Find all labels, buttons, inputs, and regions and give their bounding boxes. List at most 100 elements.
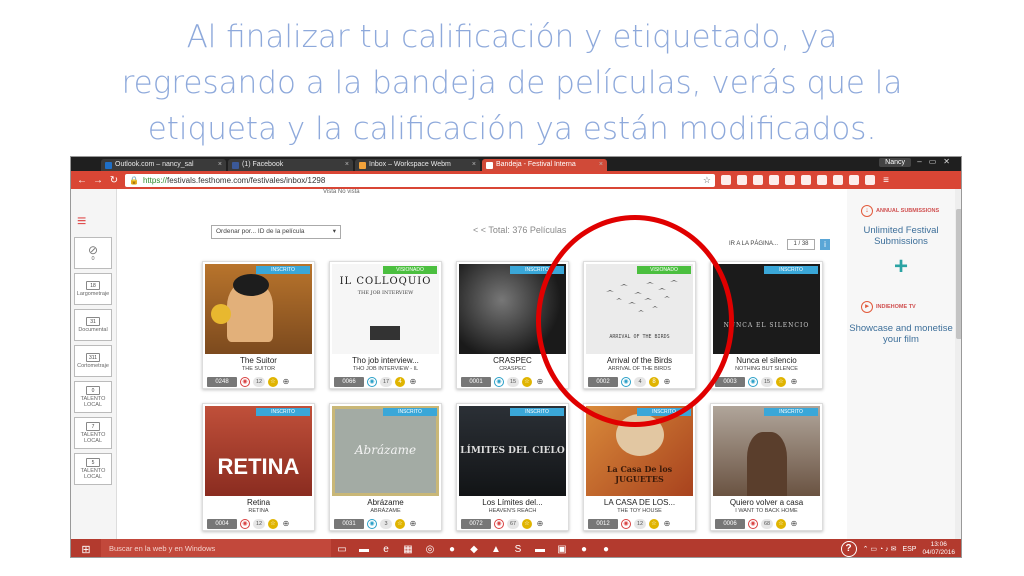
extension-icon[interactable] — [801, 175, 811, 185]
taskbar-search[interactable]: Buscar en la web y en Windows — [101, 539, 331, 557]
file-explorer-icon[interactable]: ▬ — [353, 544, 375, 555]
browser-tab-bandeja[interactable]: Bandeja - Festival Interna × — [482, 159, 607, 171]
eye-icon[interactable]: ◉ — [621, 518, 631, 529]
app-icon[interactable]: ● — [573, 544, 595, 555]
zoom-icon[interactable]: ⊕ — [408, 377, 418, 387]
spotify-icon[interactable]: ● — [441, 544, 463, 555]
scrollbar-thumb[interactable] — [956, 209, 961, 339]
extension-icon[interactable] — [769, 175, 779, 185]
film-card[interactable]: LÍMITES DEL CIELO INSCRITO Los Límites d… — [456, 403, 569, 531]
bookmark-star-icon[interactable]: ☆ — [703, 175, 711, 186]
indiehome-tv-button[interactable]: ▸ INDIEHOME TV — [861, 299, 943, 315]
extension-icon[interactable] — [849, 175, 859, 185]
film-card[interactable]: Abrázame INSCRITO Abrázame ABRÁZAME 0031… — [329, 403, 442, 531]
help-icon[interactable]: ? — [840, 541, 857, 557]
eye-icon[interactable]: ◉ — [240, 518, 250, 529]
zoom-icon[interactable]: ⊕ — [408, 519, 418, 529]
eye-icon[interactable]: ◉ — [240, 376, 250, 387]
store-icon[interactable]: ▦ — [397, 544, 419, 555]
browser-tab-inbox[interactable]: Inbox – Workspace Webm × — [355, 159, 480, 171]
sidebar-item-largometraje[interactable]: 18 Largometraje — [74, 273, 112, 305]
star-rating-icon[interactable]: ☆ — [395, 518, 405, 529]
extension-icon[interactable] — [753, 175, 763, 185]
star-rating-icon[interactable]: 8 — [649, 376, 659, 387]
url-bar[interactable]: 🔒 https://festivals.festhome.com/festiva… — [125, 173, 715, 187]
close-icon[interactable]: × — [345, 159, 349, 171]
app-icon[interactable]: ◆ — [463, 544, 485, 555]
eye-icon[interactable]: ◉ — [494, 376, 504, 387]
zoom-icon[interactable]: ⊕ — [535, 377, 545, 387]
eye-icon[interactable]: ◉ — [367, 376, 377, 387]
star-rating-icon[interactable]: ☆ — [776, 376, 786, 387]
extension-icon[interactable] — [833, 175, 843, 185]
sidebar-item-cortometraje[interactable]: 311 Cortometraje — [74, 345, 112, 377]
scrollbar[interactable] — [955, 189, 961, 539]
star-rating-icon[interactable]: ☆ — [268, 376, 278, 387]
extension-icon[interactable] — [785, 175, 795, 185]
task-view-icon[interactable]: ▭ — [331, 544, 353, 555]
sort-select[interactable]: Ordenar por... ID de la película ▾ — [211, 225, 341, 239]
page-input[interactable]: 1 / 38 — [787, 239, 815, 250]
sidebar-item-documental[interactable]: 31 Documental — [74, 309, 112, 341]
windows-start-icon[interactable]: ⊞ — [71, 543, 101, 556]
eye-icon[interactable]: ◉ — [748, 518, 758, 529]
back-icon[interactable]: ← — [77, 175, 87, 186]
star-rating-icon[interactable]: ☆ — [776, 518, 786, 529]
star-rating-icon[interactable]: 4 — [395, 376, 405, 387]
skype-icon[interactable]: S — [507, 544, 529, 555]
info-icon[interactable]: i — [820, 239, 830, 250]
star-rating-icon[interactable]: ☆ — [649, 518, 659, 529]
sidebar-item-talento-local[interactable]: 5 TALENTO LOCAL — [74, 453, 112, 485]
film-card[interactable]: IL COLLOQUIO THE JOB INTERVIEW VISIONADO… — [329, 261, 442, 389]
zoom-icon[interactable]: ⊕ — [789, 377, 799, 387]
menu-icon[interactable]: ≡ — [881, 175, 891, 186]
chrome-icon[interactable]: ◎ — [419, 544, 441, 555]
tray-icons[interactable]: ⌃ ▭ ◔ ♪ ✉ — [863, 545, 897, 553]
film-card[interactable]: INSCRITO Quiero volver a casa I WANT TO … — [710, 403, 823, 531]
eye-icon[interactable]: ◉ — [748, 376, 758, 387]
spotify-icon[interactable]: ● — [595, 544, 617, 555]
edge-icon[interactable]: e — [375, 544, 397, 555]
film-card[interactable]: ARRIVAL OF THE BIRDS VISIONADO Arrival o… — [583, 261, 696, 389]
folder-icon[interactable]: ▬ — [529, 544, 551, 555]
film-card[interactable]: NUNCA EL SILENCIO INSCRITO Nunca el sile… — [710, 261, 823, 389]
star-rating-icon[interactable]: ☆ — [522, 376, 532, 387]
sidebar-item-hidden[interactable]: ⊘ 0 — [74, 237, 112, 269]
browser-tab-outlook[interactable]: Outlook.com – nancy_sal × — [101, 159, 226, 171]
zoom-icon[interactable]: ⊕ — [789, 519, 799, 529]
sidebar-item-talento-local[interactable]: 7 TALENTO LOCAL — [74, 417, 112, 449]
extension-icon[interactable] — [817, 175, 827, 185]
window-controls[interactable]: –▭✕ — [917, 157, 957, 166]
profile-badge[interactable]: Nancy — [879, 158, 911, 167]
drive-icon[interactable]: ▲ — [485, 544, 507, 555]
sidebar-item-talento-local[interactable]: 0 TALENTO LOCAL — [74, 381, 112, 413]
film-card[interactable]: INSCRITO The Suitor THE SUITOR 0248 ◉ 12… — [202, 261, 315, 389]
reload-icon[interactable]: ↻ — [109, 175, 119, 186]
close-icon[interactable]: × — [472, 159, 476, 171]
close-icon[interactable]: × — [599, 159, 603, 171]
zoom-icon[interactable]: ⊕ — [281, 519, 291, 529]
eye-icon[interactable]: ◉ — [494, 518, 504, 529]
browser-tab-facebook[interactable]: (1) Facebook × — [228, 159, 353, 171]
extension-icon[interactable] — [737, 175, 747, 185]
film-card[interactable]: INSCRITO CRASPEC CRASPEC 0001 ◉ 15 ☆ ⊕ — [456, 261, 569, 389]
zoom-icon[interactable]: ⊕ — [535, 519, 545, 529]
close-icon[interactable]: × — [218, 159, 222, 171]
star-rating-icon[interactable]: ☆ — [522, 518, 532, 529]
zoom-icon[interactable]: ⊕ — [662, 519, 672, 529]
photos-icon[interactable]: ▣ — [551, 544, 573, 555]
view-toggles[interactable]: Vista No vista — [323, 189, 360, 195]
film-card[interactable]: RETINA INSCRITO Retina RETINA 0004 ◉ 12 … — [202, 403, 315, 531]
extension-icon[interactable] — [865, 175, 875, 185]
clock[interactable]: 13:06 04/07/2016 — [922, 541, 955, 557]
annual-submissions-button[interactable]: ↓ ANNUAL SUBMISSIONS — [861, 203, 943, 219]
hamburger-menu-icon[interactable]: ≡ — [77, 213, 86, 231]
language-indicator[interactable]: ESP — [902, 546, 916, 553]
extension-icon[interactable] — [721, 175, 731, 185]
star-rating-icon[interactable]: ☆ — [268, 518, 278, 529]
zoom-icon[interactable]: ⊕ — [662, 377, 672, 387]
eye-icon[interactable]: ◉ — [367, 518, 377, 529]
zoom-icon[interactable]: ⊕ — [281, 377, 291, 387]
forward-icon[interactable]: → — [93, 175, 103, 186]
eye-icon[interactable]: ◉ — [621, 376, 631, 387]
